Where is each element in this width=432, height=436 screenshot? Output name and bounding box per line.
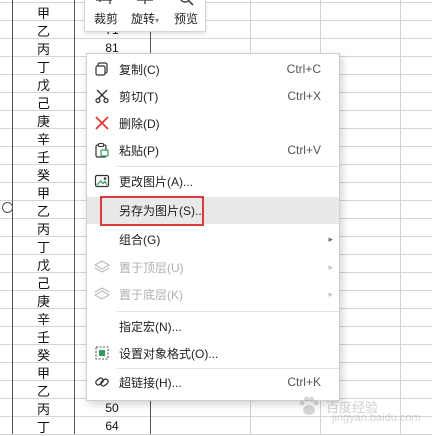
- cell-column-a[interactable]: 乙: [13, 201, 74, 220]
- cell-column-a[interactable]: 乙: [13, 381, 74, 400]
- paste-icon: [95, 142, 109, 158]
- save-as-picture-highlight: [100, 196, 204, 226]
- crop-icon: [96, 0, 112, 4]
- cell-column-a[interactable]: 壬: [13, 327, 74, 346]
- cell-column-a[interactable]: 己: [13, 273, 74, 292]
- menu-item-group[interactable]: 组合(G) ▸: [87, 226, 339, 252]
- cell-column-a[interactable]: 丙: [13, 219, 74, 238]
- send-to-back-icon: [94, 287, 110, 300]
- menu-item-copy[interactable]: 复制(C) Ctrl+C: [87, 56, 339, 82]
- cell-column-a[interactable]: 丙: [13, 399, 74, 418]
- cell-column-a[interactable]: 辛: [13, 309, 74, 328]
- crop-button[interactable]: 裁剪: [89, 0, 123, 31]
- copy-icon: [95, 62, 108, 76]
- image-resize-handle[interactable]: [2, 202, 13, 213]
- cell-column-a[interactable]: 庚: [13, 291, 74, 310]
- cut-icon: [95, 89, 109, 104]
- menu-item-cut[interactable]: 剪切(T) Ctrl+X: [87, 83, 339, 109]
- cell-column-a[interactable]: 庚: [13, 111, 74, 130]
- submenu-arrow-icon: ▸: [328, 233, 333, 244]
- paw-logo-icon: [299, 396, 319, 415]
- cell-column-b[interactable]: 50: [75, 399, 149, 417]
- cell-column-a[interactable]: 戊: [13, 75, 74, 94]
- cell-column-a[interactable]: 丁: [13, 57, 74, 76]
- column-gridline: [400, 0, 401, 434]
- menu-item-assign-macro[interactable]: 指定宏(N)...: [87, 313, 339, 339]
- menu-separator: [117, 166, 339, 167]
- preview-button[interactable]: 预览: [169, 0, 203, 31]
- preview-label: 预览: [173, 12, 198, 26]
- rotate-label: 旋转▾: [130, 12, 160, 26]
- rotate-icon: [137, 0, 153, 4]
- menu-separator: [117, 311, 339, 312]
- change-picture-icon: [94, 174, 110, 188]
- rotate-button[interactable]: 旋转▾: [123, 0, 167, 31]
- cell-column-a[interactable]: 癸: [13, 165, 74, 184]
- menu-item-bring-to-front: 置于顶层(U) ▸: [87, 254, 339, 280]
- bring-to-front-icon: [94, 260, 110, 273]
- hyperlink-icon: [95, 377, 109, 387]
- picture-toolbar: 裁剪 旋转▾ 预览: [84, 0, 206, 32]
- cell-column-a[interactable]: 甲: [13, 3, 74, 22]
- column-gridline: [74, 0, 75, 434]
- cell-column-a[interactable]: 己: [13, 93, 74, 112]
- format-object-icon: [95, 346, 109, 360]
- watermark-url: jingyan.baidu.com: [332, 412, 421, 424]
- cell-column-a[interactable]: 丙: [13, 39, 74, 58]
- magnifier-icon: [180, 0, 194, 6]
- menu-item-paste[interactable]: 粘贴(P) Ctrl+V: [87, 137, 339, 163]
- cell-column-a[interactable]: 丁: [13, 417, 74, 436]
- menu-item-change-picture[interactable]: 更改图片(A)...: [87, 168, 339, 194]
- cell-column-a[interactable]: 甲: [13, 183, 74, 202]
- watermark: 百度经验 jingyan.baidu.com: [296, 382, 428, 430]
- crop-label: 裁剪: [93, 12, 118, 26]
- cell-column-a[interactable]: 丁: [13, 237, 74, 256]
- cell-column-a[interactable]: 戊: [13, 255, 74, 274]
- menu-item-format-object[interactable]: 设置对象格式(O)...: [87, 340, 339, 366]
- delete-icon: [95, 116, 109, 130]
- menu-item-delete[interactable]: 删除(D): [87, 110, 339, 136]
- submenu-arrow-icon: ▸: [328, 261, 333, 272]
- cell-column-a[interactable]: 辛: [13, 129, 74, 148]
- submenu-arrow-icon: ▸: [328, 288, 333, 299]
- cell-column-a[interactable]: 壬: [13, 147, 74, 166]
- context-menu: 复制(C) Ctrl+C 剪切(T) Ctrl+X 删除(D) 粘贴(P) Ct…: [86, 53, 340, 401]
- cell-column-a[interactable]: 癸: [13, 345, 74, 364]
- cell-column-b[interactable]: 64: [75, 417, 149, 435]
- cell-column-a[interactable]: 乙: [13, 21, 74, 40]
- cell-column-a[interactable]: 甲: [13, 363, 74, 382]
- menu-item-send-to-back: 置于底层(K) ▸: [87, 281, 339, 307]
